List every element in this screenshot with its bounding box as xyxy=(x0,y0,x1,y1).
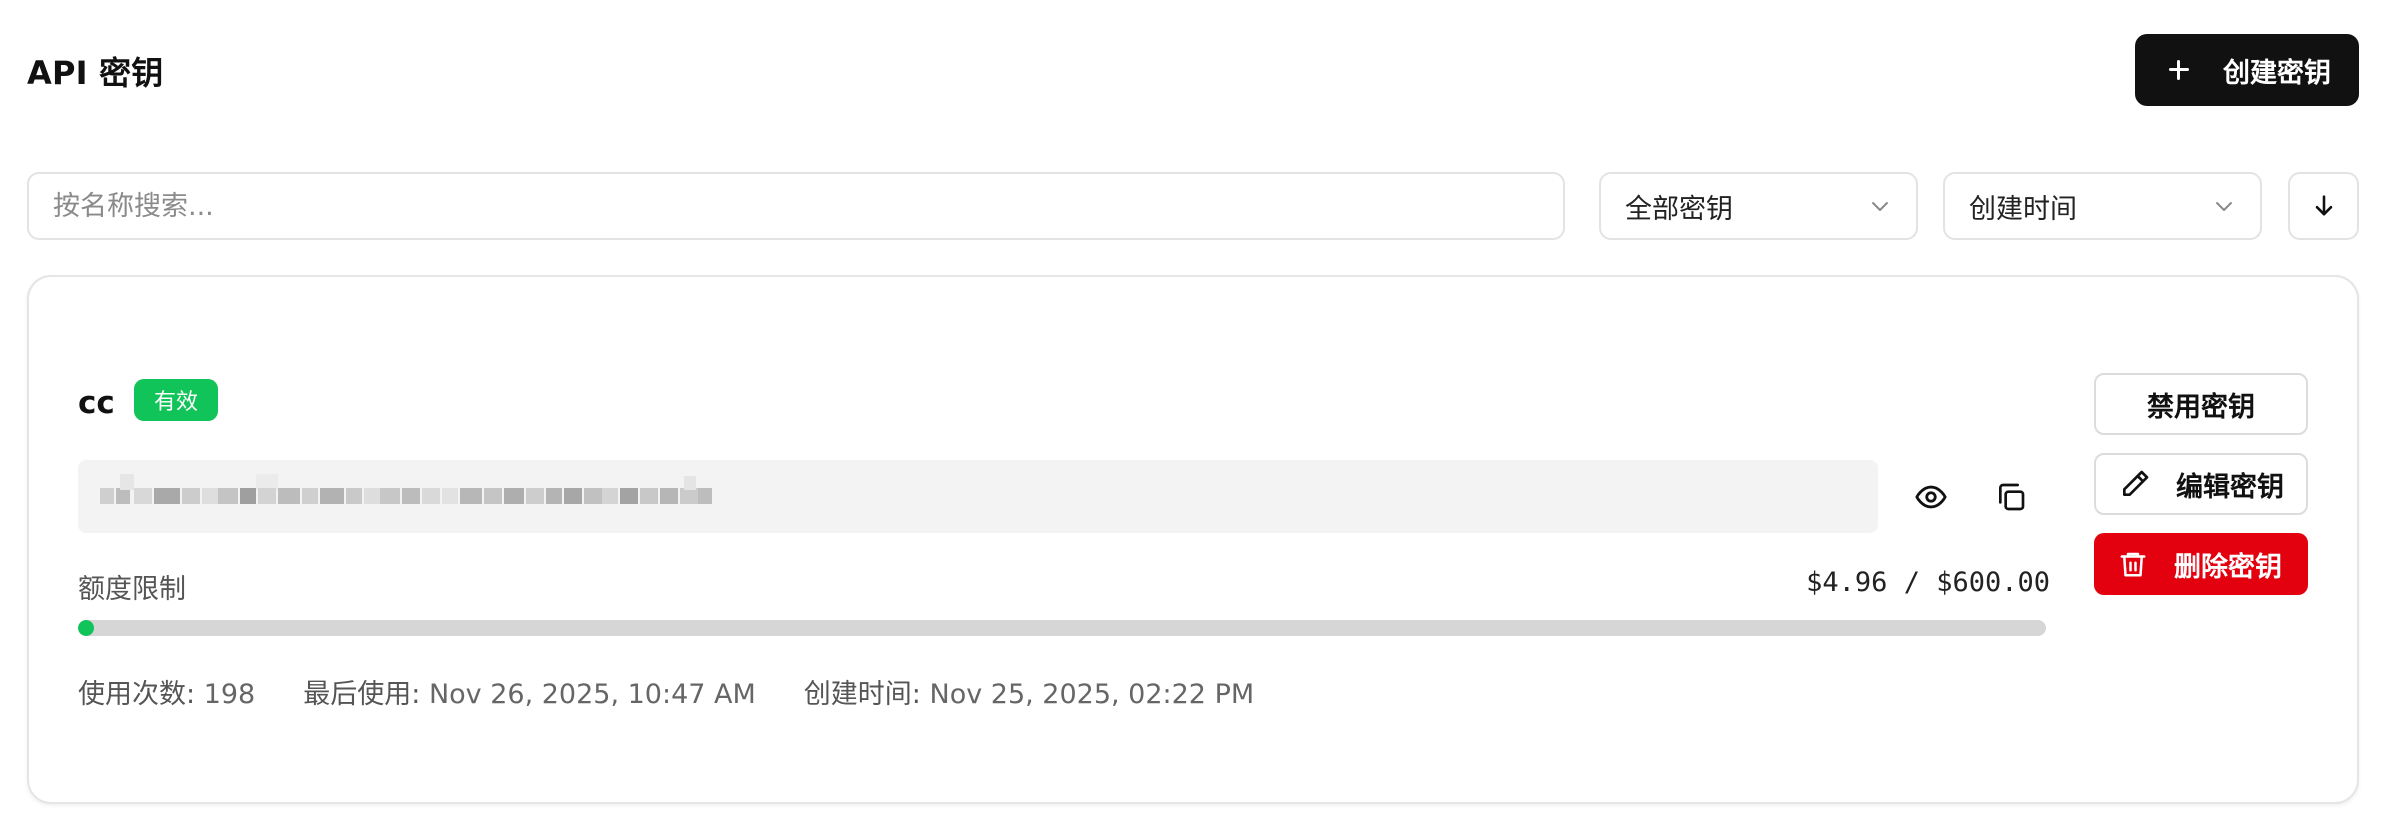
create-key-button[interactable]: 创建密钥 xyxy=(2135,34,2359,106)
quota-value: $4.96 / $600.00 xyxy=(1806,567,2050,598)
disable-key-label: 禁用密钥 xyxy=(2147,391,2255,423)
edit-key-label: 编辑密钥 xyxy=(2176,471,2284,503)
created-at: 创建时间: Nov 25, 2025, 02:22 PM xyxy=(803,679,1255,710)
chevron-down-icon xyxy=(1872,202,1888,211)
quota-progress-bar xyxy=(78,620,2046,636)
api-key-card: cc 有效 额度限制 $4.96 / $600.00 使用次数: 198 最后使… xyxy=(27,275,2359,804)
usage-meta-row: 使用次数: 198 最后使用: Nov 26, 2025, 10:47 AM 创… xyxy=(78,672,1302,711)
quota-progress-fill xyxy=(78,620,95,636)
usage-count: 使用次数: 198 xyxy=(78,679,256,710)
sort-by-value: 创建时间 xyxy=(1969,193,2077,225)
sort-direction-button[interactable] xyxy=(2288,172,2359,240)
delete-key-label: 删除密钥 xyxy=(2174,551,2282,583)
arrow-down-icon xyxy=(2315,195,2332,216)
key-value-field xyxy=(78,460,1878,533)
status-filter-value: 全部密钥 xyxy=(1625,193,1733,225)
quota-label: 额度限制 xyxy=(78,574,186,605)
reveal-key-button[interactable] xyxy=(1907,473,1955,521)
edit-key-button[interactable]: 编辑密钥 xyxy=(2094,453,2308,515)
sort-by-select[interactable]: 创建时间 xyxy=(1943,172,2262,240)
delete-key-button[interactable]: 删除密钥 xyxy=(2094,533,2308,595)
chevron-down-icon xyxy=(2216,202,2232,211)
status-badge: 有效 xyxy=(134,379,218,421)
last-used: 最后使用: Nov 26, 2025, 10:47 AM xyxy=(303,679,756,710)
create-key-label: 创建密钥 xyxy=(2223,57,2331,89)
status-filter-select[interactable]: 全部密钥 xyxy=(1599,172,1918,240)
search-input[interactable] xyxy=(27,172,1565,240)
copy-icon xyxy=(1999,483,2025,511)
page-title: API 密钥 xyxy=(27,54,164,92)
trash-icon xyxy=(2116,547,2150,581)
copy-key-button[interactable] xyxy=(1987,473,2035,521)
plus-icon xyxy=(2163,54,2195,86)
masked-key-value xyxy=(100,474,712,504)
disable-key-button[interactable]: 禁用密钥 xyxy=(2094,373,2308,435)
key-name: cc xyxy=(78,385,115,421)
pencil-icon xyxy=(2118,467,2152,501)
eye-icon xyxy=(1915,485,1947,509)
